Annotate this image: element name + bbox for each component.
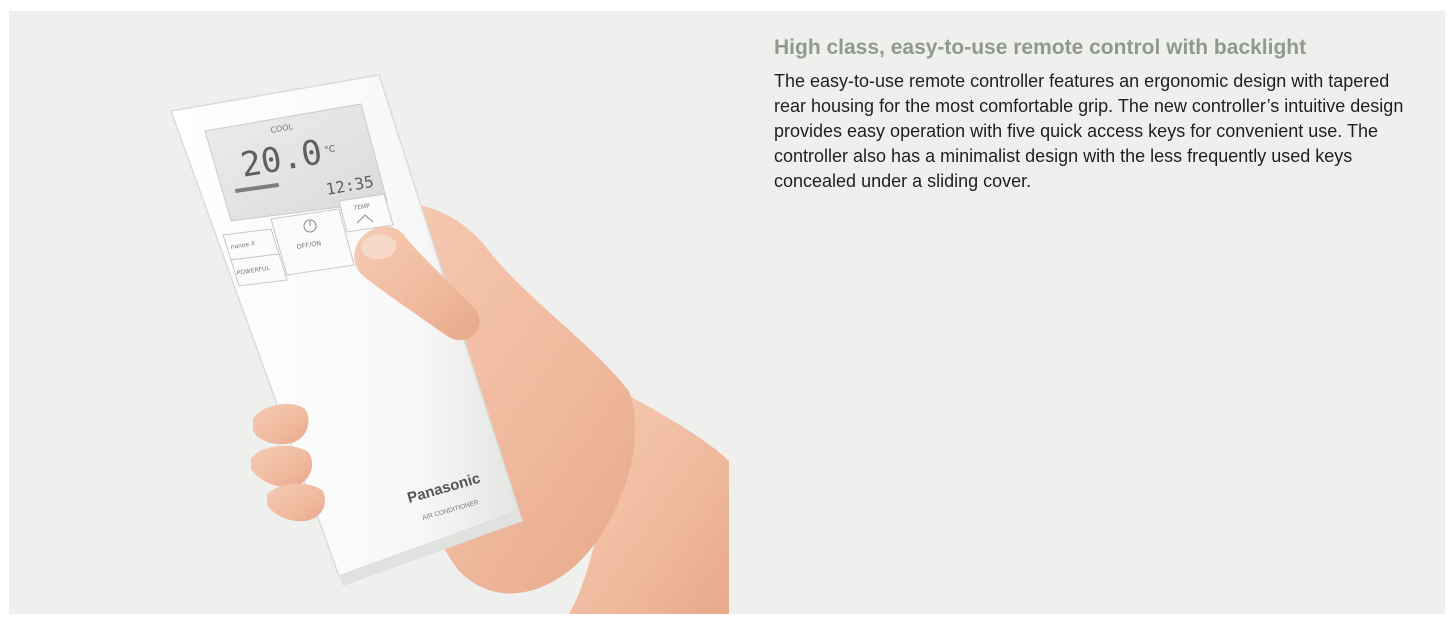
finger-2: [251, 445, 313, 488]
finger-3: [267, 483, 325, 522]
remote-control-photo: COOL 20.0 °C 12:35 nanoe X POWERFUL OFF/…: [169, 74, 729, 614]
feature-text: High class, easy-to-use remote control w…: [774, 34, 1424, 194]
feature-description: The easy-to-use remote controller featur…: [774, 71, 1404, 191]
feature-panel: COOL 20.0 °C 12:35 nanoe X POWERFUL OFF/…: [9, 11, 1445, 614]
finger-1: [253, 404, 309, 445]
feature-title: High class, easy-to-use remote control w…: [774, 36, 1307, 59]
temp-up-button[interactable]: [338, 193, 394, 233]
lcd-temperature-unit: °C: [324, 144, 336, 156]
